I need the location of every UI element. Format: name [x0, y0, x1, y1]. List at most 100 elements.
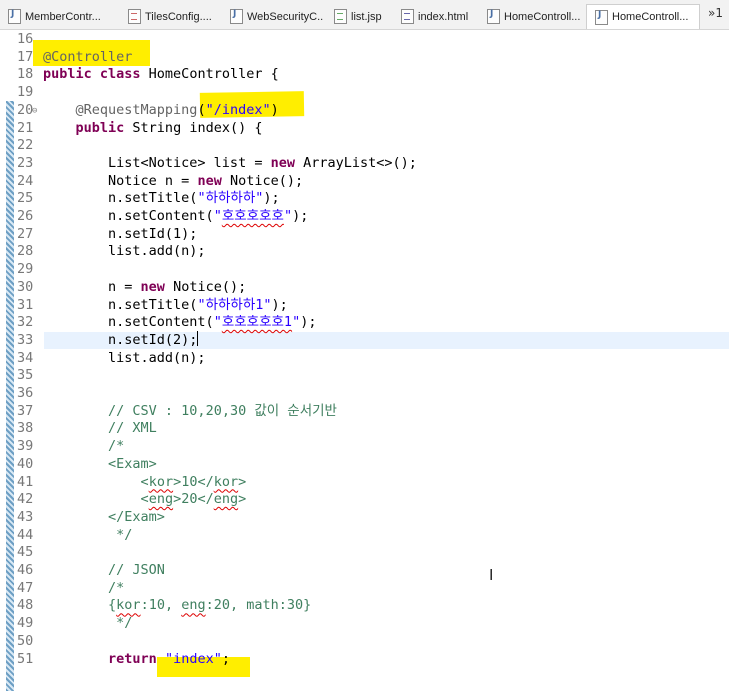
code-line[interactable]: 49 */: [0, 614, 729, 632]
code-line[interactable]: 42 <eng>20</eng>: [0, 490, 729, 508]
code-line[interactable]: 29: [0, 260, 729, 278]
code-line[interactable]: 31 n.setTitle("하하하하1");: [0, 296, 729, 314]
code-editor[interactable]: I 16 17 @Controller 18 public class HomeCont…: [0, 30, 729, 691]
code-line[interactable]: 36: [0, 384, 729, 402]
code-token: ": [213, 314, 222, 331]
code-line[interactable]: 20 ⊖ @RequestMapping("/index"): [0, 101, 729, 119]
line-number: 50: [17, 632, 34, 649]
code-token: ArrayList<>();: [294, 154, 417, 171]
editor-tab[interactable]: TilesConfig....: [120, 4, 220, 29]
editor-tab[interactable]: index.html: [393, 4, 477, 29]
code-line[interactable]: 43 </Exam>: [0, 508, 729, 526]
editor-tab[interactable]: WebSecurityC...: [222, 4, 324, 29]
code-line[interactable]: 21 public String index() {: [0, 119, 729, 137]
code-text: n.setContent("호호호호호");: [43, 207, 308, 225]
line-number: 38: [17, 420, 34, 437]
code-line[interactable]: 45: [0, 543, 729, 561]
line-number: 49: [17, 615, 34, 632]
code-line[interactable]: 33 n.setId(2);: [0, 330, 729, 349]
code-line[interactable]: 44 */: [0, 526, 729, 544]
code-line[interactable]: 30 n = new Notice();: [0, 278, 729, 296]
code-token: HomeController {: [140, 66, 279, 83]
tab-overflow-button[interactable]: »1: [708, 6, 723, 20]
code-token: n.setId(2);: [43, 331, 198, 348]
code-line[interactable]: 19: [0, 83, 729, 101]
code-token: new: [270, 154, 295, 171]
code-token: n.setContent(: [43, 208, 214, 224]
code-token: );: [263, 190, 280, 207]
code-line[interactable]: 39 /*: [0, 437, 729, 455]
code-token: Notice n =: [43, 172, 198, 189]
tab-label: TilesConfig....: [145, 10, 212, 23]
code-text: public String index() {: [43, 119, 263, 137]
code-line[interactable]: 26 n.setContent("호호호호호");: [0, 207, 729, 225]
code-token: {: [108, 597, 117, 614]
tab-label: WebSecurityC...: [247, 10, 324, 23]
line-number: 17: [17, 48, 34, 65]
file-java-icon: [595, 9, 608, 25]
code-token: "하하하하": [197, 190, 264, 207]
code-token: */: [116, 526, 133, 543]
code-token: 호호호호호: [221, 208, 284, 224]
code-text: // JSON: [43, 561, 165, 579]
editor-tab[interactable]: HomeControll...: [586, 4, 700, 29]
code-line[interactable]: 18 public class HomeController {: [0, 65, 729, 83]
code-line[interactable]: 28 list.add(n);: [0, 242, 729, 260]
code-line[interactable]: 35: [0, 366, 729, 384]
code-token: return: [108, 650, 157, 667]
line-number: 25: [17, 190, 34, 207]
line-number: 36: [17, 385, 34, 401]
code-token: */: [116, 615, 133, 632]
line-number: 47: [17, 579, 34, 596]
line-number: 39: [17, 438, 34, 455]
code-token: list.add(n);: [43, 349, 206, 366]
line-number: 42: [17, 491, 34, 508]
editor-tab[interactable]: list.jsp: [326, 4, 391, 29]
code-token: // JSON: [108, 562, 165, 578]
code-line[interactable]: 47 /*: [0, 579, 729, 597]
code-token: Notice();: [164, 278, 247, 295]
code-token: );: [271, 296, 288, 313]
code-text: n.setContent("호호호호호1");: [43, 313, 316, 331]
code-text: @Controller: [43, 48, 132, 66]
code-line[interactable]: 50: [0, 632, 729, 650]
code-token: <: [140, 473, 149, 490]
line-number: 48: [17, 597, 34, 614]
line-number: 46: [17, 562, 34, 578]
code-line[interactable]: 25 n.setTitle("하하하하");: [0, 189, 729, 207]
code-line[interactable]: 32 n.setContent("호호호호호1");: [0, 313, 729, 331]
code-token: new: [197, 172, 222, 189]
code-token: Notice();: [221, 172, 304, 189]
code-token: kor: [148, 473, 174, 490]
code-line[interactable]: 27 n.setId(1);: [0, 225, 729, 243]
code-line[interactable]: 23 List<Notice> list = new ArrayList<>()…: [0, 154, 729, 172]
code-line[interactable]: 22: [0, 136, 729, 154]
tab-label: HomeControll...: [612, 11, 689, 23]
file-html-icon: [401, 9, 414, 24]
line-number: 45: [17, 544, 34, 561]
code-line[interactable]: 51 return "index";: [0, 650, 729, 668]
code-line[interactable]: 17 @Controller: [0, 48, 729, 66]
editor-tab[interactable]: HomeControll...: [479, 4, 584, 29]
code-token: n.setTitle(: [43, 190, 198, 207]
code-text: n.setId(1);: [43, 225, 197, 243]
code-line[interactable]: 37 // CSV : 10,20,30 값이 순서기반: [0, 402, 729, 420]
code-line[interactable]: 34 list.add(n);: [0, 349, 729, 367]
code-line[interactable]: 46 // JSON: [0, 561, 729, 579]
editor-tab[interactable]: MemberContr...: [0, 4, 118, 29]
code-text: Notice n = new Notice();: [43, 172, 303, 190]
code-line[interactable]: 24 Notice n = new Notice();: [0, 172, 729, 190]
line-number: 16: [17, 31, 34, 47]
line-number: 21: [17, 119, 34, 136]
code-line[interactable]: 41 <kor>10</kor>: [0, 473, 729, 491]
code-line[interactable]: 38 // XML: [0, 419, 729, 437]
fold-toggle-icon[interactable]: ⊖: [32, 102, 37, 120]
code-token: public: [75, 119, 125, 136]
code-line[interactable]: 40 <Exam>: [0, 455, 729, 473]
code-line[interactable]: 48 {kor:10, eng:20, math:30}: [0, 596, 729, 614]
code-line[interactable]: 16: [0, 30, 729, 48]
